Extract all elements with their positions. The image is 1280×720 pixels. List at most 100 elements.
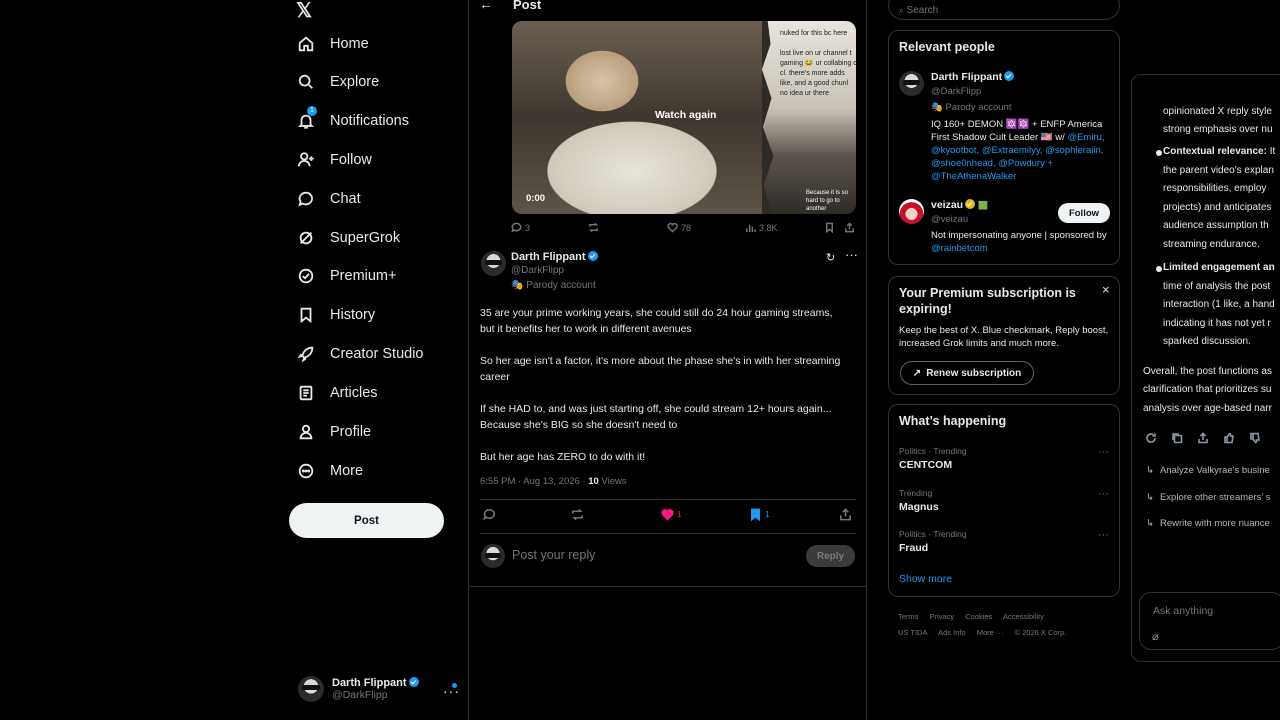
- bookmark-count: 1: [765, 510, 770, 519]
- nav-profile[interactable]: Profile: [296, 416, 371, 448]
- suggestion-arrow-icon: ↳: [1146, 492, 1154, 503]
- nav-supergrok[interactable]: SuperGrok: [296, 222, 400, 254]
- person-handle: @veizau: [931, 214, 969, 225]
- footer-link[interactable]: Terms: [898, 612, 918, 621]
- trend-item[interactable]: Politics · Trending Fraud ···: [899, 529, 1109, 554]
- premium-title: Your Premium subscription is expiring!: [899, 286, 1076, 316]
- nav-home[interactable]: Home: [296, 28, 369, 60]
- account-info: Darth Flippant @DarkFlipp: [332, 677, 419, 701]
- nav-premium[interactable]: Premium+: [296, 260, 396, 292]
- nav-chat[interactable]: Chat: [296, 183, 361, 215]
- home-icon: [296, 34, 316, 54]
- renew-subscription-button[interactable]: ↗ Renew subscription: [900, 361, 1034, 385]
- close-icon[interactable]: ×: [1102, 282, 1110, 297]
- nav-history[interactable]: History: [296, 299, 375, 331]
- show-more-link[interactable]: Show more: [899, 573, 952, 585]
- search-placeholder: Search: [906, 5, 939, 16]
- footer-link[interactable]: More ···: [977, 628, 1004, 637]
- quoted-share[interactable]: [844, 222, 855, 233]
- quoted-video[interactable]: nuked for this bc here lost live on ur c…: [512, 21, 856, 214]
- grok-suggestion[interactable]: ↳ Rewrite with more nuance: [1146, 518, 1270, 529]
- nav-articles[interactable]: Articles: [296, 377, 378, 409]
- bell-icon: 1: [296, 106, 317, 131]
- account-switcher[interactable]: Darth Flippant @DarkFlipp: [298, 676, 458, 702]
- grok-bullet-title: Limited engagement an: [1163, 262, 1275, 273]
- grok-suggestion[interactable]: ↳ Analyze Valkyrae's busine: [1146, 465, 1270, 476]
- parody-icon: 🎭: [931, 102, 946, 113]
- back-arrow-icon[interactable]: ←: [479, 0, 493, 12]
- grok-text-line: audience assumption th: [1163, 220, 1269, 231]
- post-meta: 6:55 PM · Aug 13, 2026 · 10 Views: [480, 476, 627, 487]
- attachment-icon[interactable]: ⌀: [1152, 630, 1159, 643]
- nav-creator-studio[interactable]: Creator Studio: [296, 338, 424, 370]
- thumbs-down-icon[interactable]: [1249, 432, 1261, 444]
- grok-text-line: opinionated X reply style: [1163, 106, 1272, 117]
- avatar[interactable]: [481, 251, 506, 276]
- quoted-bookmark[interactable]: [824, 222, 835, 233]
- person-name: Darth Flippant: [931, 71, 1003, 83]
- trend-more-icon[interactable]: ···: [1098, 488, 1109, 500]
- trend-more-icon[interactable]: ···: [1098, 446, 1109, 458]
- trend-context: Trending: [899, 488, 933, 498]
- search-icon: [296, 72, 316, 92]
- left-navigation: 𝕏 Home Explore 1 Notifications Follow Ch…: [0, 0, 468, 720]
- grok-ask-input[interactable]: Ask anything ⌀: [1139, 592, 1280, 650]
- person-tag: Parody account: [945, 102, 1012, 113]
- footer-link[interactable]: Ads Info: [938, 628, 966, 637]
- reply-input[interactable]: Post your reply: [512, 548, 595, 562]
- x-logo[interactable]: 𝕏: [296, 0, 312, 23]
- footer-link[interactable]: US TIDA: [898, 628, 927, 637]
- grok-text-line: Overall, the post functions as: [1143, 366, 1272, 377]
- bookmark-icon: [826, 222, 833, 233]
- footer-link[interactable]: Cookies: [965, 612, 992, 621]
- post-timestamp[interactable]: 6:55 PM · Aug 13, 2026 ·: [480, 476, 588, 487]
- nav-explore-label: Explore: [330, 74, 380, 90]
- whats-happening-card: What’s happening Politics · Trending CEN…: [888, 404, 1120, 597]
- quoted-like[interactable]: 78: [667, 222, 691, 233]
- quoted-like-count: 78: [681, 222, 692, 233]
- repost-icon: [588, 222, 599, 233]
- footer-link[interactable]: Privacy: [930, 612, 955, 621]
- thumbs-up-icon[interactable]: [1223, 432, 1235, 444]
- share-icon[interactable]: [1197, 432, 1209, 444]
- reply-button[interactable]: [483, 508, 496, 521]
- regenerate-icon[interactable]: [1145, 432, 1157, 444]
- post-more-icon[interactable]: ···: [845, 247, 858, 262]
- trend-more-icon[interactable]: ···: [1098, 529, 1109, 541]
- affiliate-icon: 🟩: [978, 201, 989, 210]
- watch-again-button[interactable]: Watch again: [655, 109, 716, 121]
- follow-button[interactable]: Follow: [1058, 203, 1110, 223]
- post-button[interactable]: Post: [289, 503, 444, 538]
- page-title: Post: [513, 0, 542, 12]
- post-text: 35 are your prime working years, she cou…: [480, 305, 845, 481]
- quoted-views[interactable]: 3.8K: [745, 222, 778, 233]
- grok-text-line: strong emphasis over nu: [1163, 124, 1273, 135]
- search-input[interactable]: ⌕ Search: [888, 0, 1120, 20]
- nav-follow[interactable]: Follow: [296, 144, 372, 176]
- nav-more[interactable]: More: [296, 455, 363, 487]
- bookmark-button[interactable]: 1: [749, 508, 769, 521]
- follow-icon: [296, 150, 316, 170]
- video-overlay-top: nuked for this bc here lost live on ur c…: [780, 30, 856, 97]
- grok-analyze-icon[interactable]: ↻: [826, 251, 835, 264]
- grok-suggestion[interactable]: ↳ Explore other streamers' s: [1146, 492, 1271, 503]
- repost-button[interactable]: [571, 508, 584, 521]
- footer-links: Terms Privacy Cookies Accessibility US T…: [898, 609, 1123, 641]
- quoted-repost[interactable]: [588, 222, 599, 233]
- footer-link[interactable]: Accessibility: [1003, 612, 1044, 621]
- bio-mentions[interactable]: @rainbetcom: [931, 243, 988, 254]
- trend-item[interactable]: Trending Magnus ···: [899, 488, 1109, 513]
- grok-text-line: responsibilities, employ: [1163, 183, 1267, 194]
- reply-submit-button[interactable]: Reply: [806, 545, 855, 567]
- trend-item[interactable]: Politics · Trending CENTCOM ···: [899, 446, 1109, 471]
- copy-icon[interactable]: [1171, 432, 1183, 444]
- author-name[interactable]: Darth Flippant: [511, 251, 586, 263]
- nav-notifications-label: Notifications: [330, 113, 409, 129]
- nav-notifications[interactable]: 1 Notifications: [296, 105, 409, 137]
- like-button[interactable]: 1: [661, 508, 681, 521]
- quoted-reply[interactable]: 3: [511, 222, 530, 233]
- nav-explore[interactable]: Explore: [296, 66, 379, 98]
- share-button[interactable]: [839, 508, 852, 521]
- author-handle[interactable]: @DarkFlipp: [511, 265, 564, 276]
- grok-bullet-title: Contextual relevance:: [1163, 146, 1267, 157]
